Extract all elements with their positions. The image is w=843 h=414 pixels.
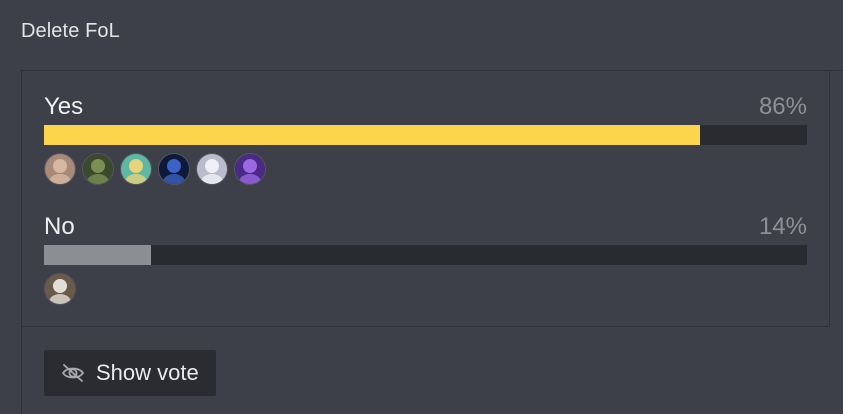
option-percent: 86% [758, 93, 807, 120]
poll-actions: Show vote [44, 350, 216, 396]
option-label: No [44, 213, 75, 240]
voter-avatar-6[interactable] [234, 153, 266, 185]
show-vote-button[interactable]: Show vote [44, 350, 216, 396]
result-bar-track [44, 245, 807, 265]
option-percent: 14% [758, 213, 807, 240]
poll-option-no[interactable]: No 14% [44, 211, 807, 305]
voter-avatar-5[interactable] [196, 153, 228, 185]
voter-avatar-4[interactable] [158, 153, 190, 185]
result-bar-fill [44, 245, 151, 265]
poll-options: Yes 86% No 14% [22, 71, 830, 327]
result-bar-track [44, 125, 807, 145]
option-label: Yes [44, 93, 84, 120]
voter-avatars [44, 273, 807, 305]
show-vote-label: Show vote [96, 360, 199, 385]
voter-avatars [44, 153, 807, 185]
poll-widget: Delete FoL Yes 86% No 14% Show vote [0, 0, 843, 414]
eye-slash-icon [60, 360, 86, 386]
poll-box: Yes 86% No 14% Show vote [21, 70, 843, 414]
result-bar-fill [44, 125, 700, 145]
voter-avatar-3[interactable] [120, 153, 152, 185]
voter-avatar-7[interactable] [44, 273, 76, 305]
poll-option-yes[interactable]: Yes 86% [44, 91, 807, 185]
poll-title: Delete FoL [21, 20, 120, 42]
voter-avatar-2[interactable] [82, 153, 114, 185]
voter-avatar-1[interactable] [44, 153, 76, 185]
